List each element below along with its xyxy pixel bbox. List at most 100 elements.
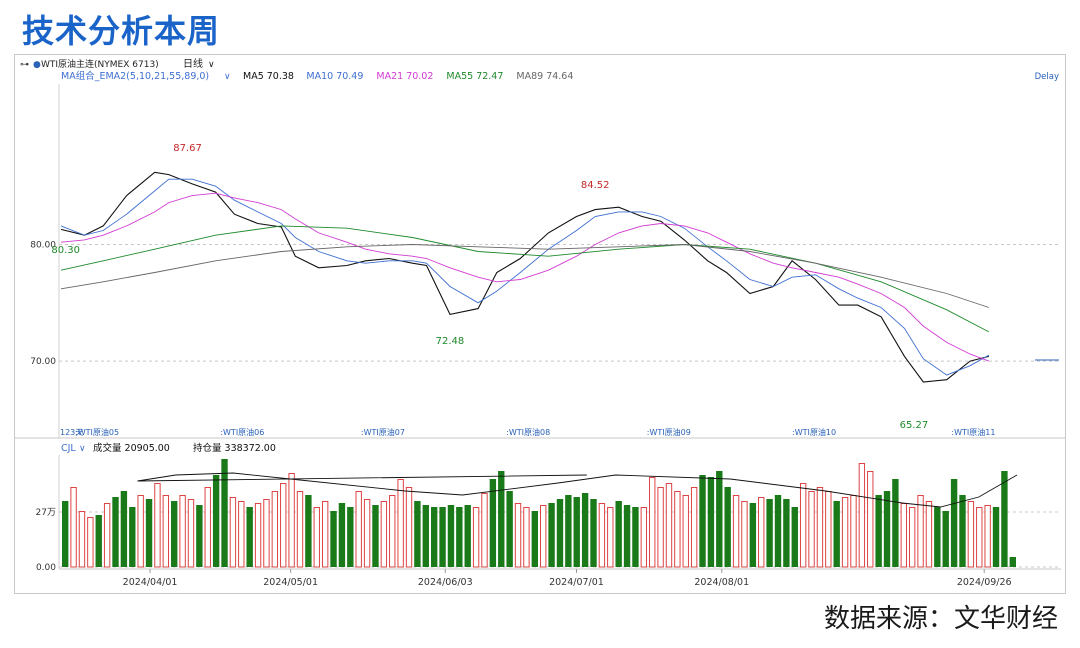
volume-bar bbox=[548, 503, 555, 567]
volume-bar bbox=[867, 471, 874, 568]
volume-bar bbox=[699, 475, 706, 567]
volume-bar bbox=[640, 507, 648, 568]
contract-label: :WTI原油11 bbox=[951, 427, 995, 437]
volume-bar bbox=[472, 507, 480, 568]
period-selector[interactable]: 日线 bbox=[183, 57, 203, 70]
volume-bar bbox=[791, 507, 798, 567]
volume-bar bbox=[783, 499, 790, 567]
volume-bar bbox=[481, 493, 488, 568]
volume-bar bbox=[129, 507, 136, 567]
volume-bar bbox=[405, 487, 413, 568]
volume-bar bbox=[690, 487, 698, 568]
volume-legend: CJL ∨ 成交量 20905.00 持仓量 338372.00 bbox=[61, 442, 276, 454]
ma-legend-item: MA10 70.49 bbox=[306, 71, 363, 82]
volume-bar bbox=[615, 501, 622, 567]
volume-bar bbox=[858, 463, 866, 568]
volume-bar bbox=[716, 471, 723, 567]
volume-bar bbox=[363, 499, 371, 568]
volume-bar bbox=[196, 505, 203, 567]
x-tick-label: 2024/05/01 bbox=[263, 577, 318, 588]
volume-bar bbox=[288, 473, 295, 568]
volume-bar bbox=[414, 501, 421, 567]
volume-bar bbox=[598, 503, 606, 568]
price-axis-stub: 123天 bbox=[60, 428, 83, 437]
volume-bar bbox=[607, 507, 614, 568]
volume-bar bbox=[766, 499, 773, 567]
volume-bar bbox=[590, 499, 597, 567]
volume-bar bbox=[514, 503, 522, 568]
indicator-set-label[interactable]: MA组合_EMA2(5,10,21,55,89,0) bbox=[61, 70, 209, 82]
volume-bar bbox=[875, 495, 882, 567]
ma-legend-item: MA5 70.38 bbox=[243, 71, 294, 82]
volume-bar bbox=[305, 495, 312, 567]
ma-line-ma21 bbox=[60, 192, 990, 362]
price-grid: 70.0080.00 bbox=[30, 241, 1061, 367]
volume-bar bbox=[799, 483, 807, 568]
volume-bar bbox=[707, 477, 715, 567]
instrument-name[interactable]: WTI原油主连(NYMEX 6713) bbox=[41, 58, 159, 70]
volume-bar bbox=[841, 497, 849, 568]
volume-bar bbox=[229, 497, 237, 568]
chevron-down-icon[interactable]: ∨ bbox=[224, 72, 231, 82]
volume-bar bbox=[674, 491, 681, 568]
volume-bar bbox=[581, 493, 589, 567]
volume-bar bbox=[665, 483, 673, 568]
x-tick-label: 2024/04/01 bbox=[123, 577, 178, 588]
price-annotation: 87.67 bbox=[173, 143, 202, 154]
volume-value: 成交量 20905.00 bbox=[93, 442, 170, 454]
volume-bar bbox=[976, 507, 983, 568]
volume-bar bbox=[254, 503, 262, 568]
volume-bar bbox=[741, 501, 748, 568]
link-icon[interactable]: ⊶ bbox=[20, 60, 29, 70]
volume-bar bbox=[238, 501, 245, 568]
volume-bar bbox=[112, 497, 119, 567]
volume-bar bbox=[531, 511, 538, 567]
ma-legend-item: MA89 74.64 bbox=[516, 71, 573, 82]
chevron-down-icon[interactable]: ∨ bbox=[79, 444, 86, 454]
volume-bar bbox=[682, 495, 689, 568]
volume-tick-label: 0.00 bbox=[36, 563, 56, 573]
price-chart[interactable]: ⊶ ● WTI原油主连(NYMEX 6713) 日线 ∨ MA组合_EMA2(5… bbox=[15, 55, 1065, 593]
volume-bar bbox=[917, 495, 924, 568]
chevron-down-icon[interactable]: ∨ bbox=[208, 60, 215, 70]
volume-bar bbox=[212, 475, 220, 567]
volume-bar bbox=[556, 499, 564, 567]
open-interest-value: 持仓量 338372.00 bbox=[193, 442, 276, 454]
volume-bar bbox=[380, 501, 388, 568]
volume-bar bbox=[447, 505, 455, 567]
volume-bar bbox=[430, 507, 438, 567]
volume-bar bbox=[992, 507, 1000, 567]
chart-panel: ⊶ ● WTI原油主连(NYMEX 6713) 日线 ∨ MA组合_EMA2(5… bbox=[14, 54, 1066, 594]
price-annotation: 84.52 bbox=[581, 180, 610, 191]
volume-tick-label: 27万 bbox=[36, 508, 56, 518]
volume-bar bbox=[95, 515, 102, 567]
volume-bar bbox=[540, 505, 547, 568]
volume-bar bbox=[523, 507, 530, 568]
page-title: 技术分析本周 bbox=[22, 12, 221, 50]
volume-bar bbox=[389, 495, 396, 568]
volume-bar bbox=[280, 483, 287, 568]
volume-bar bbox=[179, 495, 186, 568]
volume-bar bbox=[900, 503, 907, 568]
volume-bar bbox=[78, 511, 86, 568]
volume-bar bbox=[749, 503, 757, 567]
delay-label: Delay bbox=[1035, 72, 1059, 82]
volume-indicator-label[interactable]: CJL bbox=[61, 443, 76, 454]
volume-bar bbox=[967, 501, 975, 568]
volume-bar bbox=[347, 507, 354, 567]
indicator-legend: MA组合_EMA2(5,10,21,55,89,0) ∨ MA5 70.38 MA… bbox=[61, 70, 1059, 82]
volume-bar bbox=[62, 501, 69, 567]
volume-bar bbox=[330, 511, 337, 567]
volume-bar bbox=[892, 479, 899, 567]
volume-bar bbox=[271, 491, 279, 568]
volume-bar bbox=[120, 491, 128, 567]
volume-bar bbox=[506, 491, 513, 567]
price-annotation: 80.30 bbox=[51, 245, 80, 256]
volume-bar bbox=[934, 507, 941, 567]
volume-bar bbox=[154, 483, 161, 568]
ma-legend-item: MA55 72.47 bbox=[446, 71, 503, 82]
volume-bar bbox=[355, 491, 362, 568]
ma-legend-item: MA21 70.02 bbox=[376, 71, 433, 82]
volume-bar bbox=[850, 495, 857, 568]
volume-bar bbox=[1001, 471, 1008, 567]
